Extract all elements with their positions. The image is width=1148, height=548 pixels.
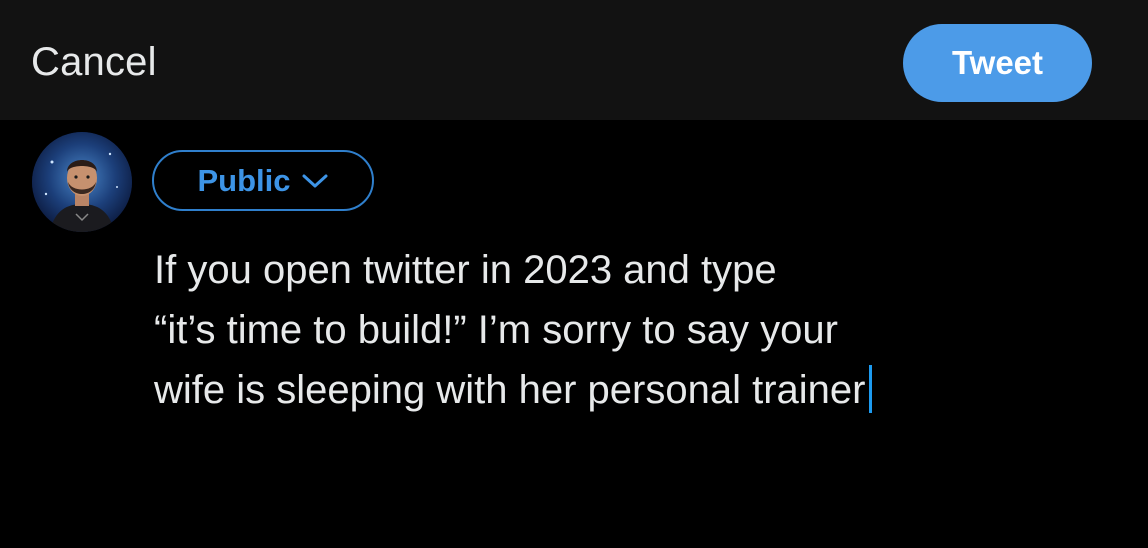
- cancel-button[interactable]: Cancel: [31, 38, 157, 86]
- tweet-button[interactable]: Tweet: [903, 24, 1092, 102]
- tweet-composer: Cancel Tweet Public If you open twitter …: [0, 0, 1148, 548]
- composer-header: Cancel Tweet: [0, 0, 1148, 120]
- text-cursor: [869, 365, 873, 413]
- tweet-text-line-1: If you open twitter in 2023 and type: [154, 248, 777, 292]
- avatar[interactable]: [32, 132, 132, 232]
- tweet-text-input[interactable]: If you open twitter in 2023 and type “it…: [154, 240, 1134, 420]
- audience-selector[interactable]: Public: [152, 150, 374, 211]
- tweet-text-line-2: “it’s time to build!” I’m sorry to say y…: [154, 308, 838, 352]
- audience-label: Public: [197, 162, 291, 198]
- tweet-text-line-3: wife is sleeping with her personal train…: [154, 360, 1134, 420]
- chevron-down-icon: [302, 174, 327, 187]
- tweet-text-line-3-content: wife is sleeping with her personal train…: [154, 368, 866, 412]
- avatar-image: [32, 132, 132, 232]
